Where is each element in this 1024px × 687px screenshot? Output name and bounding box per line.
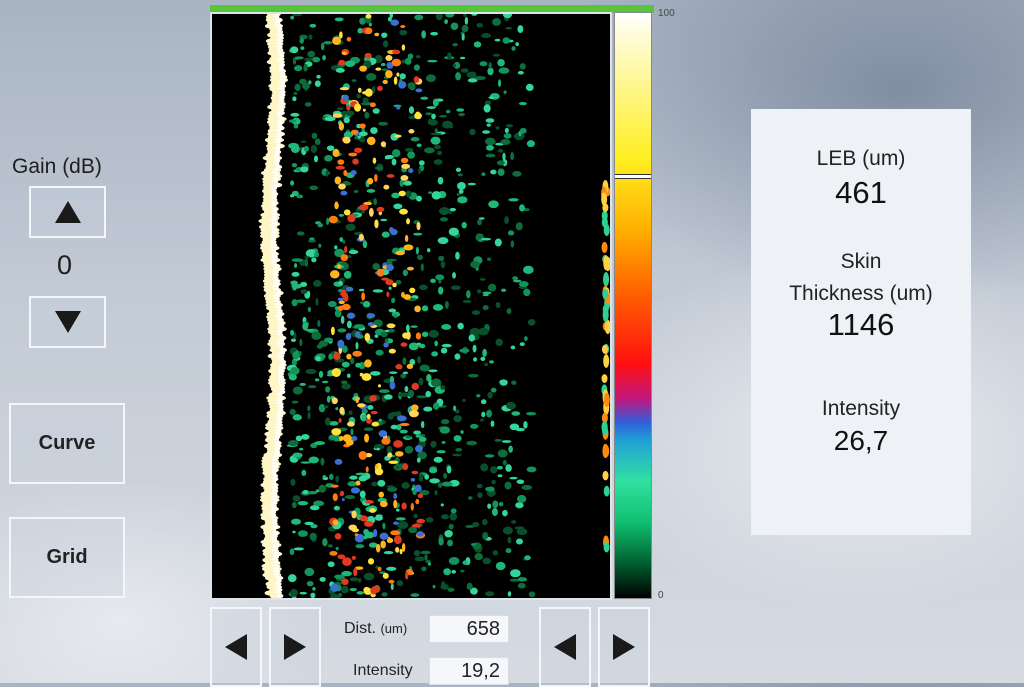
cursor-next-button[interactable]	[598, 607, 650, 687]
intensity-value: 26,7	[833, 425, 889, 456]
dist-value: 658	[429, 615, 509, 643]
results-panel: LEB (um) 461 Skin Thickness (um) 1146 In…	[751, 109, 971, 535]
triangle-left-icon	[554, 634, 576, 660]
scan-visualization	[258, 14, 610, 598]
curve-button-label: Curve	[38, 432, 96, 454]
triangle-up-icon	[54, 201, 81, 223]
skin-thickness-value: 1146	[827, 307, 895, 342]
dist-label: Dist. (um)	[344, 620, 407, 638]
gain-value: 0	[57, 250, 73, 280]
dist-unit: (um)	[380, 621, 408, 636]
cursor-prev-button[interactable]	[539, 607, 591, 687]
intensity-label: Intensity	[821, 397, 901, 420]
scan-prev-button[interactable]	[210, 607, 262, 687]
intensity-colorbar	[614, 12, 652, 599]
dist-label-text: Dist.	[344, 620, 376, 637]
skin-thickness-label-line2: Thickness (um)	[789, 282, 933, 305]
scan-next-button[interactable]	[269, 607, 321, 687]
colorbar-max-label: 100	[658, 8, 675, 19]
leb-value: 461	[835, 175, 887, 210]
leb-label: LEB (um)	[816, 147, 906, 170]
ultrasound-scan-image[interactable]	[210, 12, 612, 600]
grid-button[interactable]: Grid	[9, 517, 125, 598]
grid-button-label: Grid	[46, 546, 88, 568]
triangle-right-icon	[284, 634, 306, 660]
gain-down-button[interactable]	[29, 296, 106, 348]
gain-label: Gain (dB)	[12, 155, 102, 178]
gain-up-button[interactable]	[29, 186, 106, 238]
triangle-right-icon	[613, 634, 635, 660]
curve-button[interactable]: Curve	[9, 403, 125, 484]
skin-thickness-label-line1: Skin	[840, 250, 882, 273]
measure-intensity-value: 19,2	[429, 657, 509, 685]
colorbar-level-marker[interactable]	[615, 173, 651, 179]
colorbar-min-label: 0	[658, 590, 664, 601]
triangle-left-icon	[225, 634, 247, 660]
measure-intensity-label: Intensity	[353, 662, 413, 679]
triangle-down-icon	[54, 311, 81, 333]
